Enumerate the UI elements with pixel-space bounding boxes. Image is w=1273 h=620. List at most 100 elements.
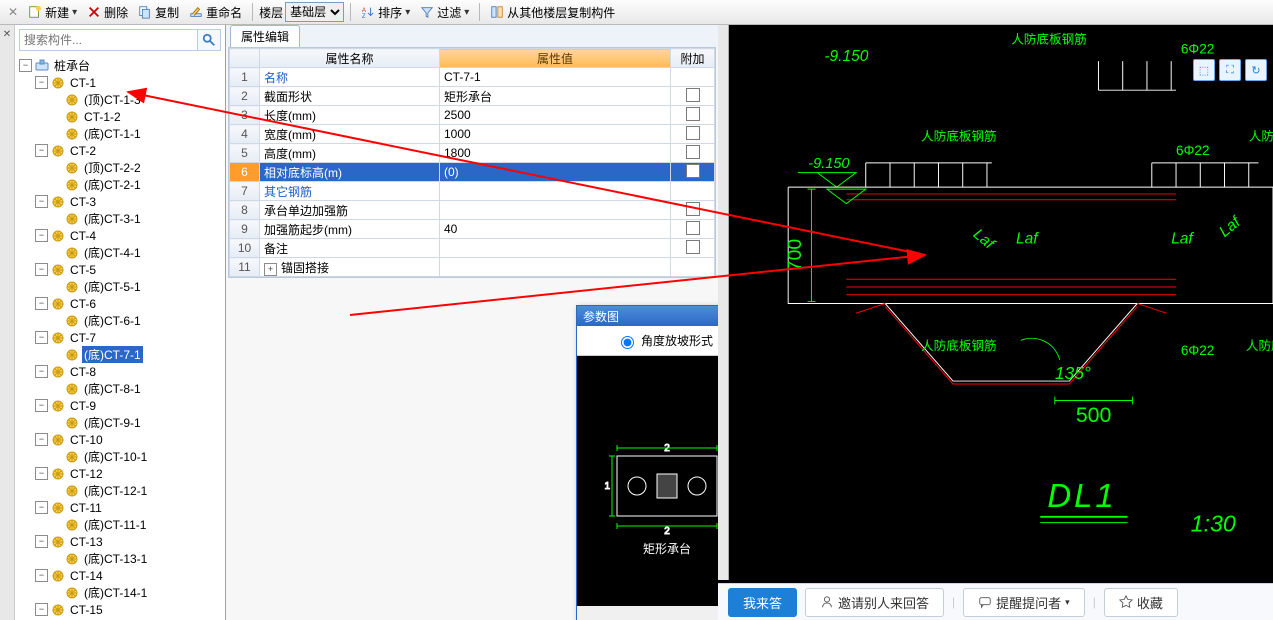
- svg-text:Z: Z: [362, 13, 366, 19]
- delete-button[interactable]: 删除: [83, 3, 132, 22]
- answer-button[interactable]: 我来答: [728, 588, 797, 617]
- search-input[interactable]: [20, 30, 197, 50]
- cad-rebar-label-top: 人防底板钢筋: [1011, 32, 1087, 47]
- tree-item[interactable]: (顶)CT-2-2: [15, 159, 225, 176]
- checkbox[interactable]: [686, 126, 700, 140]
- parameter-diagram: 2 1 2 1 矩形承台: [577, 356, 718, 606]
- sort-icon: AZ: [361, 5, 375, 19]
- cad-bar-top: 6Φ22: [1181, 41, 1214, 56]
- tree-group[interactable]: −CT-9: [15, 397, 225, 414]
- grid-header-row: [230, 49, 260, 68]
- tree-group[interactable]: −CT-6: [15, 295, 225, 312]
- fullscreen-icon[interactable]: ⛶: [1219, 59, 1241, 81]
- tree-root[interactable]: −桩承台: [15, 57, 225, 74]
- checkbox[interactable]: [686, 202, 700, 216]
- grid-row[interactable]: 8承台单边加强筋: [230, 201, 715, 220]
- panel-collapse-button[interactable]: ✕: [0, 25, 15, 620]
- checkbox[interactable]: [686, 107, 700, 121]
- layer-label: 楼层: [259, 4, 283, 21]
- parameter-diagram-window[interactable]: 参数图 角度放坡形式 底宽放坡形式 2 1 2 1: [576, 305, 718, 620]
- tree-item[interactable]: (底)CT-1-1: [15, 125, 225, 142]
- grid-row[interactable]: 9加强筋起步(mm)40: [230, 220, 715, 239]
- tree-item[interactable]: (底)CT-12-1: [15, 482, 225, 499]
- cad-scrollbar[interactable]: [718, 25, 729, 580]
- tree-item[interactable]: (底)CT-6-1: [15, 312, 225, 329]
- component-tree-panel: −桩承台−CT-1(顶)CT-1-3CT-1-2(底)CT-1-1−CT-2(顶…: [15, 25, 226, 620]
- grid-row[interactable]: 7其它钢筋: [230, 182, 715, 201]
- tree-item[interactable]: (底)CT-11-1: [15, 516, 225, 533]
- tree-group[interactable]: −CT-15: [15, 601, 225, 618]
- cad-bar-L: 6Φ22: [1176, 143, 1209, 158]
- grid-header-extra: 附加: [671, 49, 715, 68]
- remind-button[interactable]: 提醒提问者▾: [963, 588, 1085, 617]
- cad-dim-700: 700: [784, 239, 806, 272]
- checkbox[interactable]: [686, 221, 700, 235]
- filter-button[interactable]: 过滤▾: [416, 3, 473, 22]
- grid-row[interactable]: 2截面形状矩形承台: [230, 87, 715, 106]
- tree-item[interactable]: CT-1-2: [15, 108, 225, 125]
- copy-button[interactable]: 复制: [134, 3, 183, 22]
- close-icon[interactable]: ✕: [4, 5, 22, 19]
- rotate-icon[interactable]: ↻: [1245, 59, 1267, 81]
- svg-text:1: 1: [604, 481, 610, 492]
- layer-select[interactable]: 基础层: [285, 2, 344, 22]
- parameter-titlebar[interactable]: 参数图: [577, 306, 718, 326]
- checkbox[interactable]: [686, 164, 700, 178]
- cad-elev-2: -9.150: [808, 156, 849, 172]
- sort-button[interactable]: AZ 排序▾: [357, 3, 414, 22]
- tree-group[interactable]: −CT-11: [15, 499, 225, 516]
- tree-group[interactable]: −CT-4: [15, 227, 225, 244]
- copyfrom-button[interactable]: 从其他楼层复制构件: [486, 3, 619, 22]
- viewport-tools: ⬚ ⛶ ↻: [1193, 59, 1267, 81]
- tree-group[interactable]: −CT-3: [15, 193, 225, 210]
- checkbox[interactable]: [686, 240, 700, 254]
- tree-group[interactable]: −CT-13: [15, 533, 225, 550]
- tree-item[interactable]: (底)CT-2-1: [15, 176, 225, 193]
- favorite-button[interactable]: 收藏: [1104, 588, 1178, 617]
- component-tree[interactable]: −桩承台−CT-1(顶)CT-1-3CT-1-2(底)CT-1-1−CT-2(顶…: [15, 55, 225, 620]
- grid-row[interactable]: 1名称CT-7-1: [230, 68, 715, 87]
- marker-icon[interactable]: ⬚: [1193, 59, 1215, 81]
- tree-item[interactable]: (底)CT-7-1: [15, 346, 225, 363]
- delete-icon: [87, 5, 101, 19]
- tree-group[interactable]: −CT-5: [15, 261, 225, 278]
- property-grid[interactable]: 属性名称 属性值 附加 1名称CT-7-12截面形状矩形承台3长度(mm)250…: [228, 47, 716, 278]
- grid-row[interactable]: 4宽度(mm)1000: [230, 125, 715, 144]
- tree-group[interactable]: −CT-1: [15, 74, 225, 91]
- tree-group[interactable]: −CT-2: [15, 142, 225, 159]
- tree-group[interactable]: −CT-14: [15, 567, 225, 584]
- grid-row[interactable]: 11+锚固搭接: [230, 258, 715, 277]
- star-icon: [1119, 595, 1133, 609]
- tree-item[interactable]: (底)CT-5-1: [15, 278, 225, 295]
- invite-button[interactable]: 邀请别人来回答: [805, 588, 944, 617]
- tree-group[interactable]: −CT-7: [15, 329, 225, 346]
- tree-item[interactable]: (底)CT-8-1: [15, 380, 225, 397]
- checkbox[interactable]: [686, 145, 700, 159]
- grid-header-name: 属性名称: [260, 49, 440, 68]
- tree-item[interactable]: (底)CT-3-1: [15, 210, 225, 227]
- tab-property-edit[interactable]: 属性编辑: [230, 25, 300, 47]
- tree-item[interactable]: (底)CT-13-1: [15, 550, 225, 567]
- grid-row[interactable]: 3长度(mm)2500: [230, 106, 715, 125]
- cad-view[interactable]: -9.150 人防底板钢筋 6Φ22 -9.150 人防底板钢筋 6Φ22 人防…: [718, 25, 1273, 620]
- new-button[interactable]: 新建▾: [24, 3, 81, 22]
- search-button[interactable]: [197, 30, 220, 50]
- tree-item[interactable]: (底)CT-9-1: [15, 414, 225, 431]
- cad-laf-1: Laf: [970, 226, 999, 254]
- tree-group[interactable]: −CT-12: [15, 465, 225, 482]
- tree-group[interactable]: −CT-10: [15, 431, 225, 448]
- rename-button[interactable]: 重命名: [185, 3, 246, 22]
- tree-item[interactable]: (底)CT-4-1: [15, 244, 225, 261]
- checkbox[interactable]: [686, 88, 700, 102]
- grid-row[interactable]: 5高度(mm)1800: [230, 144, 715, 163]
- cad-angle-135: 135°: [1055, 363, 1091, 383]
- search-icon: [202, 33, 216, 47]
- option-angle-slope[interactable]: 角度放坡形式: [616, 332, 713, 349]
- tree-group[interactable]: −CT-8: [15, 363, 225, 380]
- tree-item[interactable]: (底)CT-14-1: [15, 584, 225, 601]
- tree-item[interactable]: (底)CT-10-1: [15, 448, 225, 465]
- cad-rebar-label-bL: 人防底板钢筋: [921, 338, 997, 353]
- tree-item[interactable]: (顶)CT-1-3: [15, 91, 225, 108]
- grid-row[interactable]: 6相对底标高(m)(0): [230, 163, 715, 182]
- grid-row[interactable]: 10备注: [230, 239, 715, 258]
